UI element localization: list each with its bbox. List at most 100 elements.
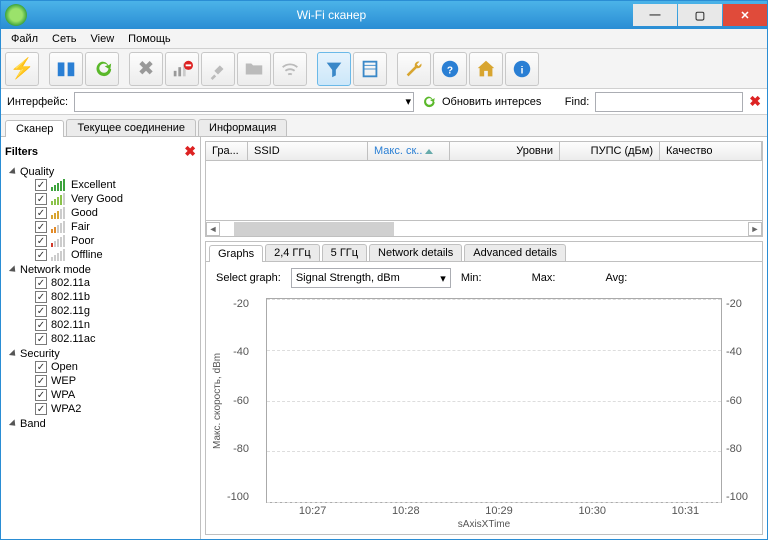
home-button[interactable] — [469, 52, 503, 86]
filter-item[interactable]: ✓WEP — [35, 374, 196, 388]
pause-button[interactable]: ▮▮ — [49, 52, 83, 86]
col-maxspeed[interactable]: Макс. ск.. — [368, 142, 450, 160]
minimize-button[interactable]: — — [633, 4, 677, 26]
clear-filters-button[interactable]: ✖ — [184, 143, 196, 160]
checkbox-icon[interactable]: ✓ — [35, 403, 47, 415]
filter-item[interactable]: ✓WPA2 — [35, 402, 196, 416]
filter-item[interactable]: ✓Fair — [35, 220, 196, 234]
filter-item[interactable]: ✓802.11n — [35, 318, 196, 332]
col-graph[interactable]: Гра... — [206, 142, 248, 160]
about-button[interactable]: i — [505, 52, 539, 86]
expand-icon — [9, 419, 18, 428]
refresh-button[interactable] — [85, 52, 119, 86]
grid-body — [206, 161, 762, 220]
checkbox-icon[interactable]: ✓ — [35, 319, 47, 331]
tab-network-details[interactable]: Network details — [369, 244, 462, 261]
menu-net[interactable]: Сеть — [46, 31, 82, 47]
select-graph-label: Select graph: — [216, 272, 281, 284]
scroll-left-icon[interactable]: ◄ — [206, 222, 220, 236]
refresh-interfaces-icon[interactable] — [420, 94, 436, 110]
checkbox-icon[interactable]: ✓ — [35, 207, 47, 219]
maximize-button[interactable]: ▢ — [678, 4, 722, 26]
checkbox-icon[interactable]: ✓ — [35, 249, 47, 261]
scroll-right-icon[interactable]: ► — [748, 222, 762, 236]
filter-item[interactable]: ✓Good — [35, 206, 196, 220]
filter-group-security[interactable]: Security — [11, 348, 196, 360]
filter-item[interactable]: ✓WPA — [35, 388, 196, 402]
filter-item[interactable]: ✓802.11g — [35, 304, 196, 318]
find-input[interactable] — [595, 92, 743, 112]
help-button[interactable]: ? — [433, 52, 467, 86]
grid-hscroll[interactable]: ◄ ► — [206, 220, 762, 236]
filter-item[interactable]: ✓Offline — [35, 248, 196, 262]
sort-asc-icon — [425, 149, 433, 154]
refresh-interfaces-label[interactable]: Обновить интерсеs — [442, 96, 541, 108]
col-quality[interactable]: Качество — [660, 142, 762, 160]
filter-group-quality[interactable]: Quality — [11, 166, 196, 178]
help-icon: ? — [439, 58, 461, 80]
menu-help[interactable]: Помощь — [122, 31, 177, 47]
checkbox-icon[interactable]: ✓ — [35, 375, 47, 387]
filter-item[interactable]: ✓802.11a — [35, 276, 196, 290]
y-ticks-left: -20-40-60-80-100 — [223, 298, 253, 503]
connect-button[interactable] — [201, 52, 235, 86]
filter-item[interactable]: ✓Open — [35, 360, 196, 374]
filter-button[interactable] — [317, 52, 351, 86]
col-levels[interactable]: Уровни — [450, 142, 560, 160]
refresh-icon — [91, 58, 113, 80]
checkbox-icon[interactable]: ✓ — [35, 277, 47, 289]
checkbox-icon[interactable]: ✓ — [35, 305, 47, 317]
details-button[interactable] — [353, 52, 387, 86]
filter-group-band[interactable]: Band — [11, 418, 196, 430]
tab-connection[interactable]: Текущее соединение — [66, 119, 196, 136]
col-pups[interactable]: ПУПС (дБм) — [560, 142, 660, 160]
delete-button[interactable]: ✖ — [129, 52, 163, 86]
col-ssid[interactable]: SSID — [248, 142, 368, 160]
folder-button[interactable] — [237, 52, 271, 86]
checkbox-icon[interactable]: ✓ — [35, 221, 47, 233]
filter-group-mode[interactable]: Network mode — [11, 264, 196, 276]
network-grid: Гра... SSID Макс. ск.. Уровни ПУПС (дБм)… — [205, 141, 763, 237]
wifi-button[interactable] — [273, 52, 307, 86]
select-graph-dropdown[interactable]: Signal Strength, dBm▾ — [291, 268, 451, 288]
plug-icon — [207, 58, 229, 80]
filter-item[interactable]: ✓Very Good — [35, 192, 196, 206]
menu-view[interactable]: View — [85, 31, 121, 47]
tab-advanced-details[interactable]: Advanced details — [464, 244, 566, 261]
checkbox-icon[interactable]: ✓ — [35, 333, 47, 345]
interface-select[interactable]: ▾ — [74, 92, 414, 112]
filter-item[interactable]: ✓Excellent — [35, 178, 196, 192]
menubar: Файл Сеть View Помощь — [1, 29, 767, 49]
tab-graphs[interactable]: Graphs — [209, 245, 263, 262]
window: Wi-Fi сканер — ▢ ✕ Файл Сеть View Помощь… — [0, 0, 768, 540]
main-panel: Гра... SSID Макс. ск.. Уровни ПУПС (дБм)… — [201, 137, 767, 539]
checkbox-icon[interactable]: ✓ — [35, 179, 47, 191]
scroll-thumb[interactable] — [234, 222, 394, 236]
x-ticks: 10:2710:2810:2910:3010:31 — [206, 505, 762, 517]
close-button[interactable]: ✕ — [723, 4, 767, 26]
tab-24ghz[interactable]: 2,4 ГГц — [265, 244, 320, 261]
tab-scanner[interactable]: Сканер — [5, 120, 64, 137]
checkbox-icon[interactable]: ✓ — [35, 361, 47, 373]
min-label: Min: — [461, 272, 482, 284]
scan-button[interactable]: ⚡ — [5, 52, 39, 86]
disconnect-button[interactable] — [165, 52, 199, 86]
plot-area[interactable] — [266, 298, 722, 503]
filter-item[interactable]: ✓Poor — [35, 234, 196, 248]
lightning-icon: ⚡ — [10, 56, 35, 81]
checkbox-icon[interactable]: ✓ — [35, 235, 47, 247]
filter-item[interactable]: ✓802.11b — [35, 290, 196, 304]
checkbox-icon[interactable]: ✓ — [35, 389, 47, 401]
tab-5ghz[interactable]: 5 ГГц — [322, 244, 367, 261]
grid-header: Гра... SSID Макс. ск.. Уровни ПУПС (дБм)… — [206, 142, 762, 161]
wrench-icon — [403, 58, 425, 80]
svg-text:?: ? — [447, 65, 453, 76]
filter-item[interactable]: ✓802.11ac — [35, 332, 196, 346]
checkbox-icon[interactable]: ✓ — [35, 291, 47, 303]
menu-file[interactable]: Файл — [5, 31, 44, 47]
clear-find-button[interactable]: ✖ — [749, 93, 761, 110]
checkbox-icon[interactable]: ✓ — [35, 193, 47, 205]
options-button[interactable] — [397, 52, 431, 86]
tab-info[interactable]: Информация — [198, 119, 287, 136]
main-tabs: Сканер Текущее соединение Информация — [1, 115, 767, 137]
